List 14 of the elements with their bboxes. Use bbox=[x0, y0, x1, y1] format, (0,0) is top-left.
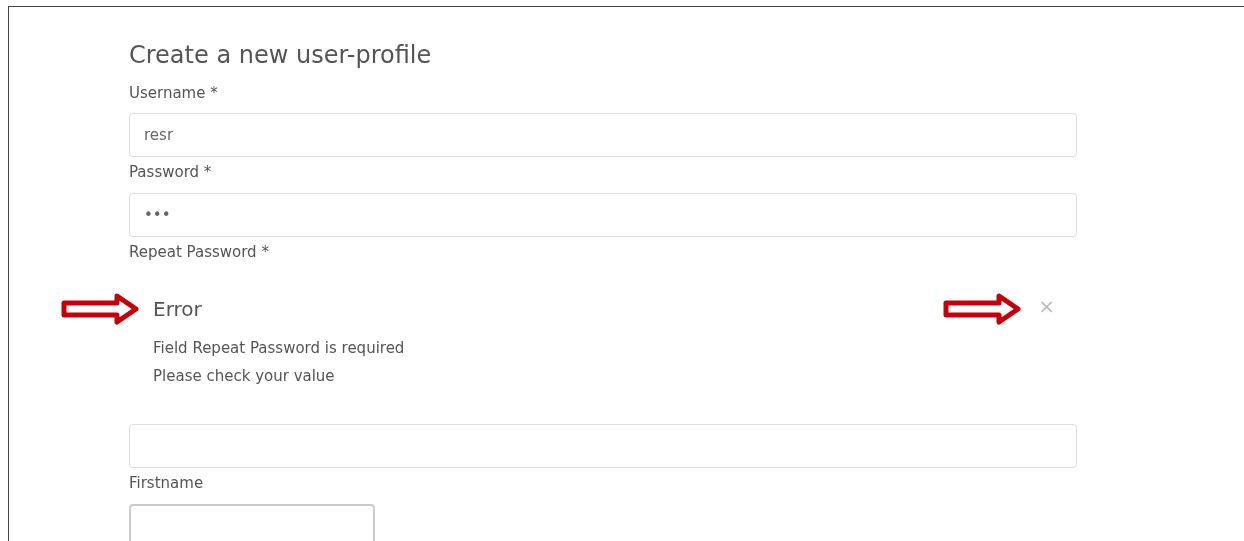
input-field[interactable] bbox=[129, 424, 1077, 469]
page-title: Create a new user-profile bbox=[129, 41, 433, 70]
error-heading: Error bbox=[153, 296, 202, 324]
input-field[interactable]: resr bbox=[129, 113, 1077, 158]
field-label: Firstname bbox=[129, 473, 205, 495]
field-label: Password * bbox=[129, 162, 213, 184]
field-label: Username * bbox=[129, 82, 219, 104]
error-message: Field Repeat Password is required bbox=[153, 338, 406, 360]
arrow-icon bbox=[943, 292, 1023, 327]
arrow-icon bbox=[61, 292, 141, 327]
input-field[interactable]: ••• bbox=[129, 192, 1077, 237]
error-message: Please check your value bbox=[153, 366, 336, 388]
input-field[interactable] bbox=[129, 503, 375, 541]
field-label: Repeat Password * bbox=[129, 241, 270, 263]
